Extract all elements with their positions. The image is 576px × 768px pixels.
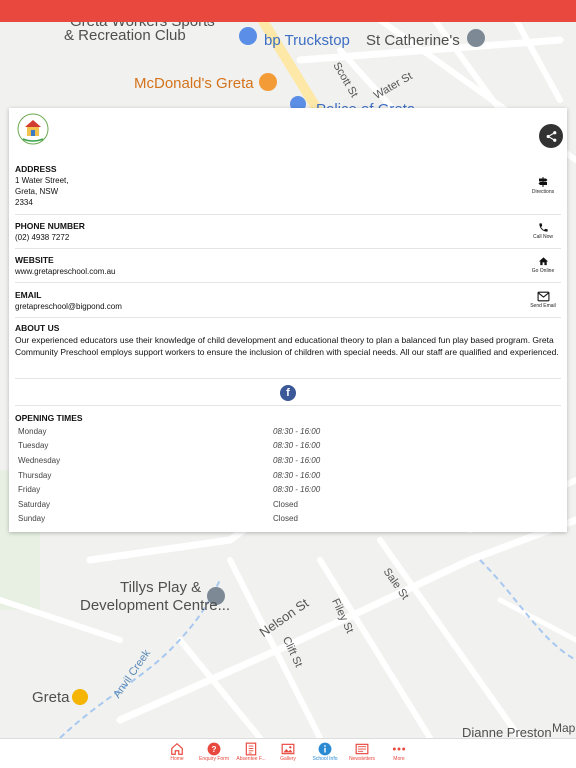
- mail-icon: [537, 291, 549, 302]
- phone-title: PHONE NUMBER: [15, 221, 85, 231]
- go-online-label: Go Online: [531, 268, 555, 274]
- phone-icon: [538, 223, 548, 232]
- facebook-icon: f: [286, 387, 290, 399]
- table-row: Wednesday 08:30 - 16:00: [15, 453, 320, 468]
- tab-label: Newsletters: [348, 756, 376, 762]
- email-section: EMAIL gretapreschool@bigpond.com: [15, 290, 561, 312]
- facebook-button[interactable]: f: [280, 385, 296, 401]
- directions-button[interactable]: Directions: [521, 176, 565, 195]
- website-value[interactable]: www.gretapreschool.com.au: [15, 266, 561, 277]
- day-hours: 08:30 - 16:00: [273, 485, 321, 495]
- tab-absentee-form[interactable]: Absentee F...: [233, 742, 269, 763]
- send-email-button[interactable]: Send Email: [521, 291, 565, 309]
- email-title: EMAIL: [15, 290, 42, 300]
- tab-enquiry-form[interactable]: ? Enquiry Form: [196, 742, 232, 763]
- day-hours: 08:30 - 16:00: [273, 441, 321, 451]
- map-label-truckstop: bp Truckstop: [264, 32, 350, 49]
- table-row: Sunday Closed: [15, 512, 320, 527]
- divider: [15, 214, 561, 215]
- website-section: WEBSITE www.gretapreschool.com.au: [15, 255, 561, 277]
- table-row: Saturday Closed: [15, 497, 320, 512]
- send-email-label: Send Email: [530, 303, 556, 309]
- tab-label: Gallery: [280, 756, 296, 762]
- opening-times-title: OPENING TIMES: [15, 413, 83, 423]
- day-label: Friday: [18, 485, 41, 495]
- map-label-greta: Greta: [32, 689, 70, 706]
- call-now-button[interactable]: Call Now: [521, 222, 565, 240]
- day-hours: 08:30 - 16:00: [273, 470, 321, 480]
- email-value[interactable]: gretapreschool@bigpond.com: [15, 301, 561, 312]
- newsletter-icon: [355, 743, 369, 755]
- tab-school-info[interactable]: School Info: [307, 742, 343, 763]
- map-label-st-catherines: St Catherine's: [366, 32, 460, 49]
- table-row: Friday 08:30 - 16:00: [15, 482, 320, 497]
- divider: [15, 317, 561, 318]
- tab-label: Home: [170, 756, 184, 762]
- opening-times-section: OPENING TIMES: [15, 413, 561, 424]
- school-info-card: ADDRESS 1 Water Street, Greta, NSW 2334 …: [9, 108, 567, 532]
- divider: [15, 378, 561, 379]
- map-attribution: Map: [552, 721, 576, 735]
- tab-label: Absentee F...: [236, 756, 266, 762]
- map-label-recreation-club: & Recreation Club: [64, 27, 186, 44]
- day-label: Tuesday: [18, 441, 49, 451]
- day-label: Monday: [18, 426, 47, 436]
- day-label: Thursday: [18, 470, 52, 480]
- gallery-icon: [281, 743, 295, 755]
- tab-label: More: [393, 756, 405, 762]
- school-logo: [17, 113, 49, 145]
- opening-times-table: Monday 08:30 - 16:00 Tuesday 08:30 - 16:00…: [15, 424, 320, 526]
- address-line-3: 2334: [15, 198, 33, 207]
- day-hours: 08:30 - 16:00: [273, 426, 321, 436]
- divider: [15, 405, 561, 406]
- tab-newsletters[interactable]: Newsletters: [344, 742, 380, 763]
- map-label-mcdonalds: McDonald's Greta: [134, 75, 254, 92]
- divider: [15, 248, 561, 249]
- tab-gallery[interactable]: Gallery: [270, 742, 306, 763]
- form-icon: [245, 742, 257, 756]
- question-icon: ?: [207, 742, 221, 756]
- address-line-2: Greta, NSW: [15, 187, 59, 196]
- bottom-tab-bar: Home ? Enquiry Form Absentee F... Galler…: [0, 738, 576, 768]
- day-label: Saturday: [18, 499, 51, 509]
- divider: [15, 282, 561, 283]
- map-label-tillys: Tillys Play &: [120, 579, 202, 596]
- day-label: Wednesday: [18, 455, 61, 465]
- info-icon: [318, 742, 332, 756]
- phone-value[interactable]: (02) 4938 7272: [15, 232, 561, 243]
- map-label-development-centre: Development Centre...: [80, 597, 231, 614]
- map-label-dianne: Dianne Preston: [462, 725, 552, 738]
- tab-more[interactable]: More: [381, 742, 417, 763]
- share-button[interactable]: [539, 124, 563, 148]
- directions-icon: [538, 177, 548, 187]
- day-hours: Closed: [273, 514, 298, 524]
- table-row: Monday 08:30 - 16:00: [15, 424, 320, 439]
- table-row: Thursday 08:30 - 16:00: [15, 468, 320, 483]
- about-title: ABOUT US: [15, 323, 60, 333]
- website-title: WEBSITE: [15, 255, 54, 265]
- tab-label: School Info: [312, 756, 338, 762]
- go-online-button[interactable]: Go Online: [521, 256, 565, 274]
- home-icon: [538, 257, 548, 266]
- call-now-label: Call Now: [532, 234, 553, 240]
- address-title: ADDRESS: [15, 164, 57, 174]
- day-hours: 08:30 - 16:00: [273, 455, 321, 465]
- tab-label: Enquiry Form: [198, 756, 229, 762]
- phone-section: PHONE NUMBER (02) 4938 7272: [15, 221, 561, 243]
- day-hours: Closed: [273, 499, 298, 509]
- share-icon: [546, 130, 556, 142]
- directions-label: Directions: [531, 189, 555, 195]
- day-label: Sunday: [18, 514, 46, 524]
- svg-text:?: ?: [212, 745, 217, 754]
- address-line-1: 1 Water Street,: [15, 176, 69, 185]
- address-section: ADDRESS 1 Water Street, Greta, NSW 2334: [15, 164, 561, 208]
- about-text: Our experienced educators use their know…: [15, 335, 559, 357]
- home-icon: [171, 742, 183, 755]
- about-section: ABOUT US Our experienced educators use t…: [15, 323, 561, 358]
- top-bar: [0, 0, 576, 22]
- tab-home[interactable]: Home: [159, 742, 195, 763]
- table-row: Tuesday 08:30 - 16:00: [15, 439, 320, 454]
- more-icon: [392, 747, 406, 751]
